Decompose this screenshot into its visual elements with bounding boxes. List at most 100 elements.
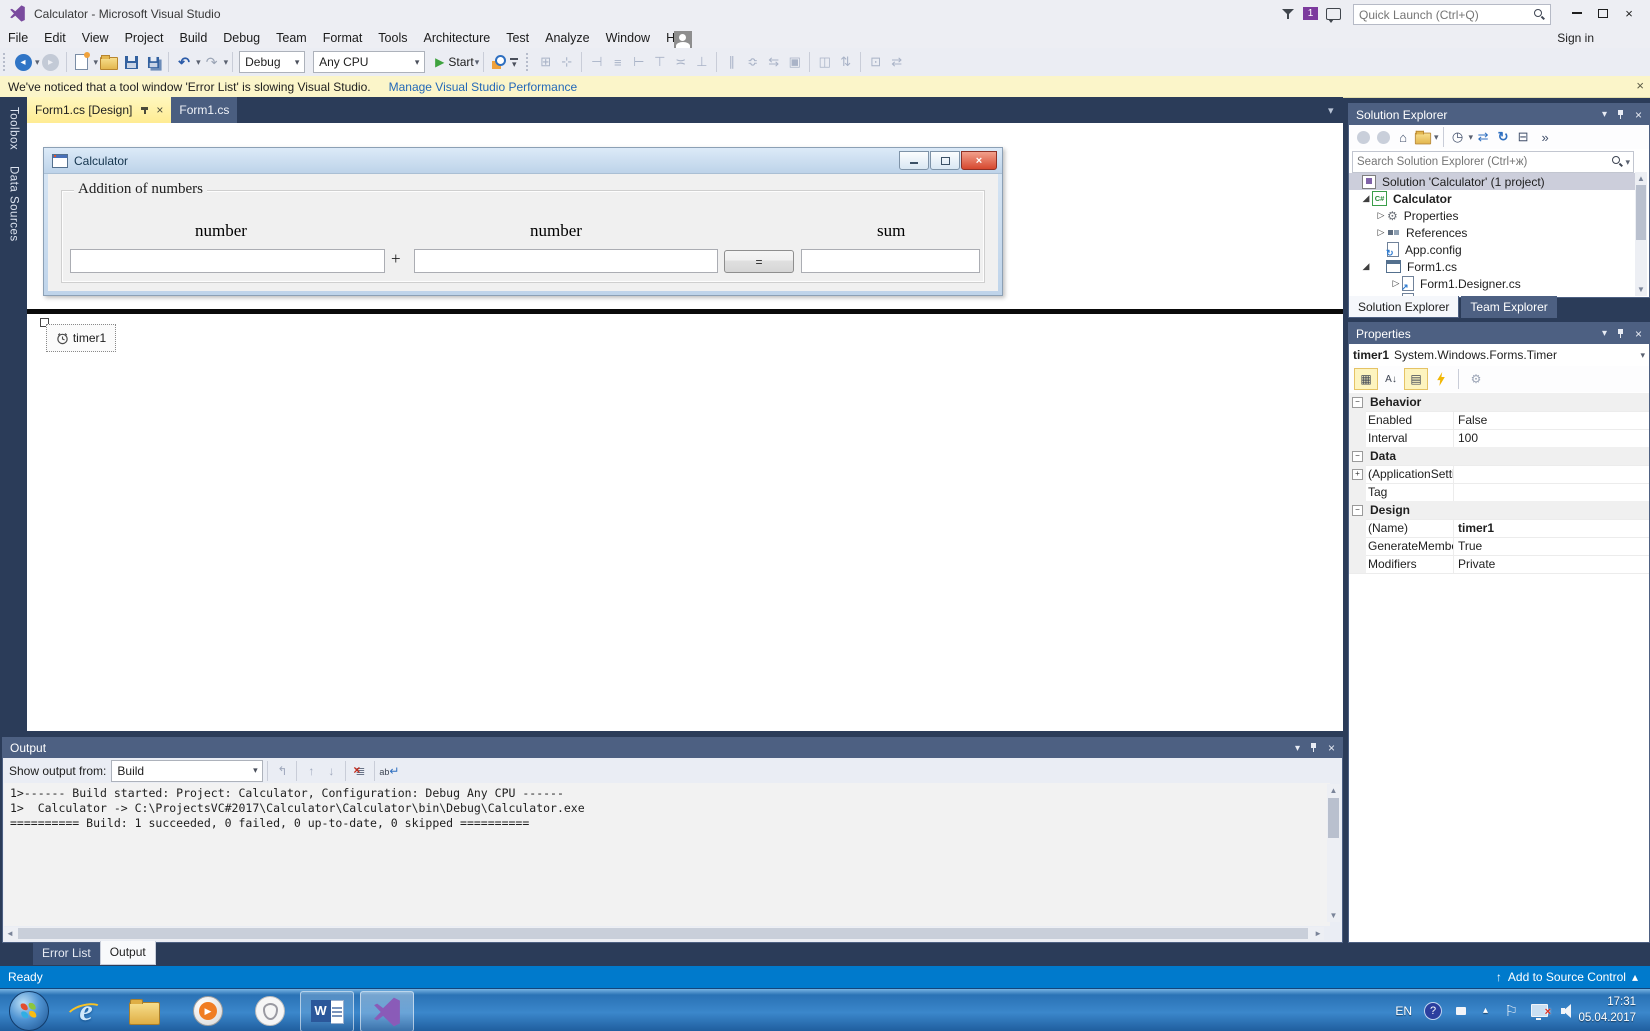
align-to-grid-icon[interactable]: ⊹ (556, 54, 577, 70)
solution-platform-dropdown[interactable]: Any CPU▾ (313, 51, 425, 73)
navigate-forward-icon[interactable]: ▸ (40, 51, 62, 73)
expander-icon[interactable]: ▷ (1376, 210, 1386, 221)
solution-explorer-search-box[interactable]: ▾ (1352, 151, 1634, 173)
align-bottoms-icon[interactable]: ⊥ (691, 54, 712, 70)
designed-form-window[interactable]: Calculator × Addition of numbers number … (43, 147, 1003, 296)
switch-views-icon[interactable] (1413, 127, 1433, 147)
feedback-icon[interactable] (1326, 8, 1341, 20)
new-file-icon[interactable] (71, 51, 93, 73)
notification-count-badge[interactable]: 1 (1303, 7, 1318, 20)
layout-toolbar-grip[interactable] (526, 53, 532, 71)
scrollbar-thumb[interactable] (18, 928, 1308, 939)
snap-to-grid-icon[interactable]: ⊞ (535, 54, 556, 70)
expander-icon[interactable]: ◢ (1361, 193, 1371, 204)
property-row-name[interactable]: (Name) timer1 (1349, 519, 1649, 538)
next-message-icon[interactable]: ↓ (321, 764, 341, 778)
align-middles-icon[interactable]: ≍ (670, 54, 691, 70)
expand-icon[interactable]: + (1352, 469, 1363, 480)
notification-close-icon[interactable]: × (1636, 78, 1644, 93)
window-restore-button[interactable] (1590, 3, 1616, 23)
taskbar-word-button[interactable]: W (300, 991, 354, 1031)
output-source-dropdown[interactable]: Build▾ (111, 760, 263, 782)
window-close-button[interactable]: × (1616, 3, 1642, 23)
categorized-view-icon[interactable]: ▦ (1354, 368, 1378, 390)
property-row-applicationsettings[interactable]: + (ApplicationSetti (1349, 465, 1649, 484)
sync-with-active-document-icon[interactable]: ⇄ (1473, 127, 1493, 147)
tree-item-solution[interactable]: Solution 'Calculator' (1 project) (1349, 173, 1636, 190)
goto-message-icon[interactable]: ↰ (272, 764, 292, 778)
form-close-button[interactable]: × (961, 151, 997, 170)
scroll-up-icon[interactable]: ▲ (1635, 174, 1647, 183)
align-rights-icon[interactable]: ⊢ (628, 54, 649, 70)
property-category-data[interactable]: − Data (1349, 447, 1649, 466)
window-position-dropdown-icon[interactable]: ▾ (1602, 328, 1607, 339)
menu-project[interactable]: Project (117, 27, 172, 48)
equals-button[interactable]: = (724, 250, 794, 273)
close-icon[interactable]: × (1635, 108, 1642, 122)
menu-team[interactable]: Team (268, 27, 315, 48)
property-row-modifiers[interactable]: Modifiers Private (1349, 555, 1649, 574)
home-icon[interactable]: ⌂ (1393, 127, 1413, 147)
menu-window[interactable]: Window (598, 27, 658, 48)
property-row-tag[interactable]: Tag (1349, 483, 1649, 502)
pin-icon[interactable] (1616, 329, 1626, 339)
network-status-icon[interactable]: × (1531, 989, 1548, 1031)
menu-file[interactable]: File (0, 27, 36, 48)
pin-icon[interactable] (1309, 743, 1319, 753)
start-button[interactable] (9, 991, 49, 1031)
tree-item-project-calculator[interactable]: ◢ C# Calculator (1349, 190, 1636, 207)
solution-explorer-search-input[interactable] (1353, 156, 1612, 168)
manage-performance-link[interactable]: Manage Visual Studio Performance (389, 80, 578, 94)
close-icon[interactable]: × (1635, 327, 1642, 341)
start-debugging-button[interactable]: ▶ Start ▾ (435, 55, 479, 69)
find-in-files-icon[interactable] (488, 51, 510, 73)
chevron-up-icon[interactable]: ▴ (1632, 970, 1638, 984)
expander-icon[interactable]: ▷ (1376, 227, 1386, 238)
tray-component-timer1[interactable]: timer1 (46, 324, 116, 352)
collapse-icon[interactable]: − (1352, 397, 1363, 408)
volume-icon[interactable] (1561, 989, 1576, 1031)
add-to-source-control-button[interactable]: Add to Source Control (1508, 970, 1626, 984)
tray-app-icon[interactable] (1456, 989, 1466, 1031)
property-row-enabled[interactable]: Enabled False (1349, 411, 1649, 430)
window-position-dropdown-icon[interactable]: ▾ (1295, 743, 1300, 754)
make-same-size-icon[interactable]: ≎ (742, 54, 763, 70)
pin-icon[interactable] (140, 105, 150, 115)
save-icon[interactable] (120, 51, 142, 73)
property-row-interval[interactable]: Interval 100 (1349, 429, 1649, 448)
window-minimize-button[interactable] (1564, 3, 1590, 23)
menu-view[interactable]: View (74, 27, 117, 48)
menu-tools[interactable]: Tools (370, 27, 415, 48)
tree-item-form1[interactable]: ◢ Form1.cs (1349, 258, 1636, 275)
taskbar-internet-explorer-icon[interactable]: e (70, 995, 102, 1027)
tab-error-list[interactable]: Error List (33, 943, 100, 965)
tree-item-form1-designer[interactable]: ▷ Form1.Designer.cs (1349, 275, 1636, 292)
document-overflow-dropdown-icon[interactable]: ▾ (1328, 104, 1334, 117)
clear-all-icon[interactable]: ≣× (350, 764, 370, 778)
menu-build[interactable]: Build (171, 27, 215, 48)
output-vertical-scrollbar[interactable]: ▲ ▼ (1327, 784, 1340, 922)
redo-icon[interactable]: ↷ (201, 51, 223, 73)
taskbar-visual-studio-button[interactable] (360, 991, 414, 1031)
properties-object-dropdown[interactable]: timer1 System.Windows.Forms.Timer ▾ (1349, 344, 1649, 367)
solution-configuration-dropdown[interactable]: Debug▾ (239, 51, 305, 73)
redo-dropdown-icon[interactable]: ▾ (224, 57, 229, 68)
action-center-flag-icon[interactable]: ⚐ (1505, 989, 1518, 1031)
toolbar-grip[interactable] (3, 53, 9, 71)
language-indicator[interactable]: EN (1395, 989, 1412, 1031)
help-tray-icon[interactable]: ? (1424, 989, 1442, 1031)
align-centers-icon[interactable]: ≡ (607, 55, 628, 70)
property-pages-icon[interactable]: ⚙ (1465, 369, 1487, 389)
textbox-number1[interactable] (70, 249, 385, 273)
component-tray-divider[interactable] (27, 309, 1343, 314)
pin-icon[interactable] (1616, 110, 1626, 120)
toolbar-overflow-icon[interactable]: » (1535, 127, 1555, 147)
solution-explorer-title-bar[interactable]: Solution Explorer ▾ × (1349, 104, 1649, 125)
textbox-number2[interactable] (414, 249, 718, 273)
taskbar-media-player-icon[interactable]: ▶ (192, 995, 224, 1027)
previous-message-icon[interactable]: ↑ (301, 764, 321, 778)
taskbar-file-explorer-icon[interactable] (128, 995, 160, 1027)
expander-icon[interactable]: ◢ (1361, 261, 1371, 272)
chevron-down-icon[interactable]: ▾ (1434, 132, 1439, 143)
vertical-spacing-icon[interactable]: ⇅ (835, 54, 856, 70)
